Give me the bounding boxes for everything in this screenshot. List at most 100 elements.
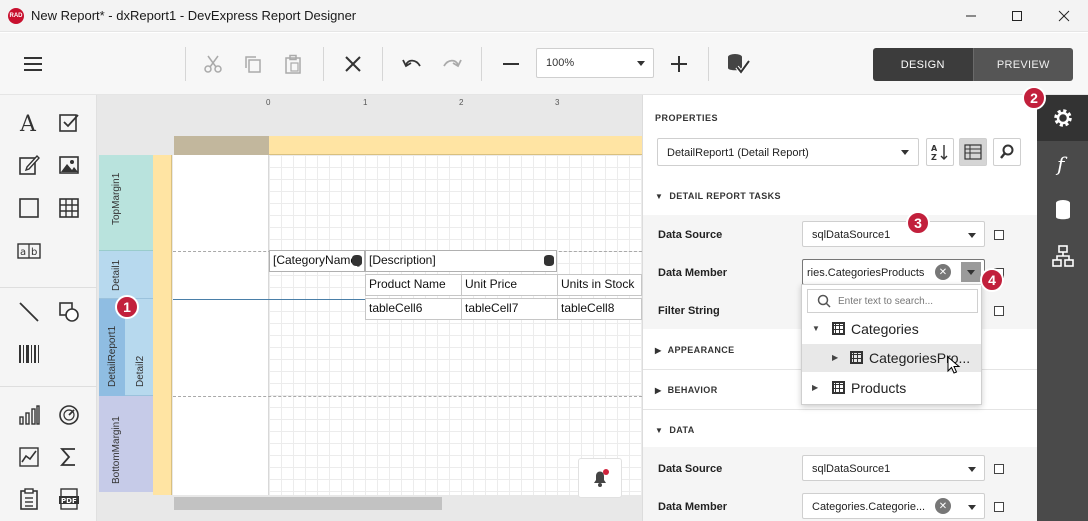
minus-icon: [503, 63, 519, 65]
tool-rich-text[interactable]: [12, 148, 46, 182]
tool-table-of-contents[interactable]: [12, 482, 46, 516]
tree-item-label: Categories: [851, 321, 919, 337]
collapse-icon[interactable]: ▼: [812, 324, 820, 333]
section-data[interactable]: ▼ DATA: [655, 425, 695, 435]
tool-pdf-content[interactable]: PDF: [52, 482, 86, 516]
data-member-value: Categories.Categorie...: [812, 501, 926, 513]
menu-button[interactable]: [17, 49, 49, 79]
ruler-mark: 2: [459, 98, 464, 107]
chevron-down-icon: [968, 233, 976, 238]
tree-search-input[interactable]: Enter text to search...: [807, 289, 978, 313]
category-name-cell[interactable]: [CategoryName]: [269, 250, 365, 272]
svg-text:A: A: [931, 144, 938, 153]
notifications-button[interactable]: [578, 458, 622, 498]
data-member-dropdown: Enter text to search... ▼ Categories ▶ C…: [801, 284, 982, 405]
page-left-margin: [173, 155, 269, 495]
field-list-tab[interactable]: [1037, 187, 1088, 233]
table-cell-6[interactable]: tableCell6: [365, 298, 462, 320]
filter-string-checkbox[interactable]: [994, 306, 1004, 316]
database-icon: [1055, 200, 1070, 220]
tree-item-products[interactable]: ▶ Products: [802, 374, 981, 402]
data-source-checkbox[interactable]: [994, 230, 1004, 240]
data-source-select[interactable]: sqlDataSource1: [802, 221, 985, 247]
dropdown-toggle-button[interactable]: [961, 262, 981, 282]
clear-icon[interactable]: ✕: [935, 264, 951, 280]
data-member-select[interactable]: Categories.Categorie... ✕: [802, 493, 985, 519]
chevron-down-icon: [968, 467, 976, 472]
svg-text:A: A: [19, 112, 37, 134]
callout-badge-3: 3: [906, 211, 930, 235]
copy-icon: [245, 56, 261, 73]
table-cell-8[interactable]: tableCell8: [557, 298, 642, 320]
cut-button[interactable]: [197, 49, 229, 79]
tool-table[interactable]: [52, 191, 86, 225]
sort-alphabetically-button[interactable]: AZ: [926, 138, 954, 166]
gear-icon: [1053, 109, 1072, 127]
data-member-select[interactable]: ries.CategoriesProducts ✕: [802, 259, 985, 285]
undo-button[interactable]: [396, 49, 428, 79]
tool-character-comb[interactable]: ab: [12, 234, 46, 268]
plus-icon: [671, 56, 687, 72]
paste-button[interactable]: [277, 49, 309, 79]
data-member-checkbox[interactable]: [994, 502, 1004, 512]
categorized-view-button[interactable]: [959, 138, 987, 166]
units-in-stock-cell[interactable]: Units in Stock: [557, 274, 642, 296]
unit-price-cell[interactable]: Unit Price: [461, 274, 558, 296]
section-divider: [643, 409, 1038, 410]
redo-button[interactable]: [436, 49, 468, 79]
horizontal-scrollbar[interactable]: [174, 497, 442, 510]
vertical-ruler: [153, 155, 172, 495]
character-comb-icon: ab: [17, 243, 41, 259]
table-cell-7[interactable]: tableCell7: [461, 298, 558, 320]
band-bottom-margin[interactable]: BottomMargin1: [99, 396, 153, 492]
design-tab[interactable]: DESIGN: [873, 48, 973, 81]
tool-picture[interactable]: [52, 148, 86, 182]
tool-summary[interactable]: [52, 440, 86, 474]
data-source-checkbox[interactable]: [994, 464, 1004, 474]
section-detail-report-tasks[interactable]: ▼ DETAIL REPORT TASKS: [655, 191, 781, 201]
tool-chart[interactable]: [12, 398, 46, 432]
expressions-tab[interactable]: f: [1037, 141, 1088, 187]
tool-line[interactable]: [12, 295, 46, 329]
tool-barcode[interactable]: [12, 337, 46, 371]
data-source-select[interactable]: sqlDataSource1: [802, 455, 985, 481]
section-appearance[interactable]: ▶ APPEARANCE: [655, 345, 735, 355]
section-behavior[interactable]: ▶ BEHAVIOR: [655, 385, 718, 395]
tree-item-categories-products[interactable]: ▶ CategoriesPro...: [802, 344, 981, 374]
ruler-mark: 0: [266, 98, 271, 107]
tool-checkbox[interactable]: [52, 106, 86, 140]
validate-bindings-button[interactable]: [722, 49, 754, 79]
chevron-down-icon: [967, 270, 975, 275]
tool-shape[interactable]: [52, 295, 86, 329]
tree-item-categories[interactable]: ▼ Categories: [802, 315, 981, 343]
band-detail1[interactable]: Detail1: [99, 251, 153, 299]
maximize-button[interactable]: [994, 0, 1040, 32]
band-top-margin[interactable]: TopMargin1: [99, 155, 153, 251]
tool-panel[interactable]: [12, 191, 46, 225]
tool-label[interactable]: A: [12, 106, 46, 140]
preview-tab[interactable]: PREVIEW: [972, 48, 1073, 81]
design-surface[interactable]: 0 1 2 3 TopMargin1 Detail1 DetailReport1…: [97, 95, 642, 521]
svg-text:b: b: [31, 247, 37, 258]
minimize-button[interactable]: [948, 0, 994, 32]
close-window-button[interactable]: [1041, 0, 1087, 32]
expand-icon[interactable]: ▶: [832, 353, 838, 362]
rectangle-icon: [19, 198, 39, 218]
tool-gauge[interactable]: [52, 398, 86, 432]
data-member-value: ries.CategoriesProducts: [807, 267, 925, 279]
object-selector[interactable]: DetailReport1 (Detail Report): [657, 138, 919, 166]
zoom-in-button[interactable]: [663, 49, 695, 79]
description-cell[interactable]: [Description]: [365, 250, 557, 272]
clear-icon[interactable]: ✕: [935, 498, 951, 514]
copy-button[interactable]: [237, 49, 269, 79]
expand-icon[interactable]: ▶: [812, 383, 818, 392]
product-name-cell[interactable]: Product Name: [365, 274, 462, 296]
delete-button[interactable]: [337, 49, 369, 79]
search-properties-button[interactable]: [993, 138, 1021, 166]
tool-sparkline[interactable]: [12, 440, 46, 474]
search-icon: [1000, 144, 1014, 159]
sparkline-icon: [19, 447, 39, 467]
report-explorer-tab[interactable]: [1037, 233, 1088, 279]
zoom-select[interactable]: 100%: [536, 48, 654, 78]
zoom-out-button[interactable]: [495, 49, 527, 79]
